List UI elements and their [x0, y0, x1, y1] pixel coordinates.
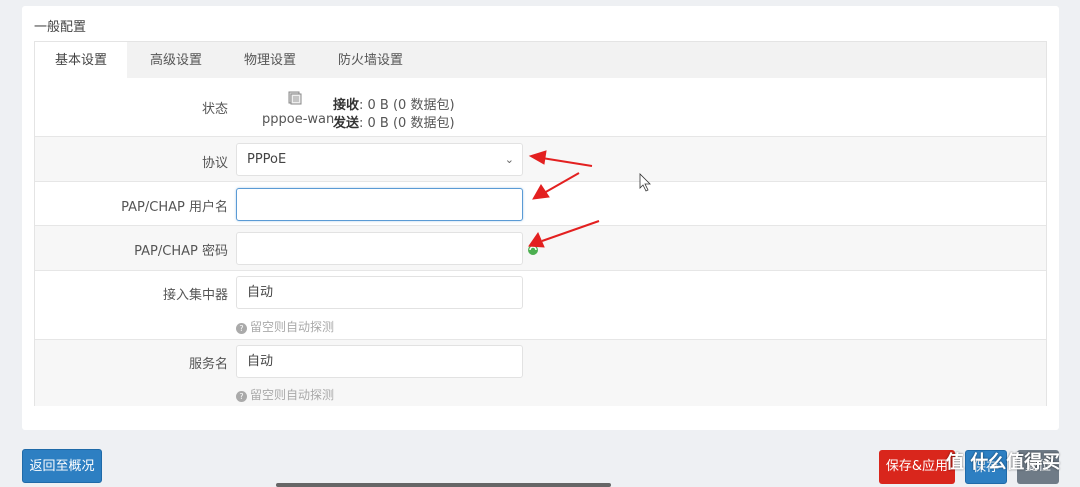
annotation-arrow — [528, 220, 600, 248]
annotation-arrow — [532, 172, 580, 200]
annotation-overlay — [528, 150, 651, 248]
annotation-arrow — [528, 150, 593, 167]
mouse-cursor-icon — [639, 173, 651, 192]
